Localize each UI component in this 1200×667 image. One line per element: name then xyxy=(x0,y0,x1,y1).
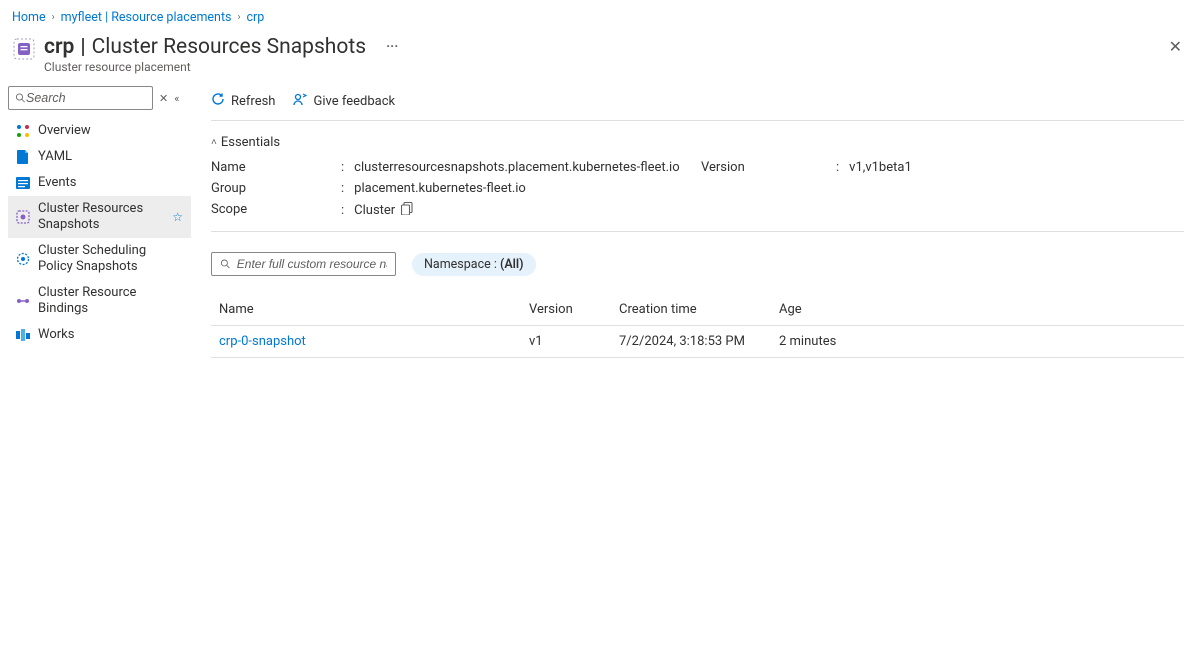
sidebar-item-label: Cluster Resources Snapshots xyxy=(38,201,164,233)
essentials-scope-label: Scope xyxy=(211,202,341,217)
col-creation[interactable]: Creation time xyxy=(611,294,771,326)
sidebar-item-label: YAML xyxy=(38,149,183,165)
refresh-label: Refresh xyxy=(231,94,275,109)
cell-version: v1 xyxy=(521,326,611,358)
essentials-section: ˄ Essentials Name Group Scope :clusterre… xyxy=(211,121,1184,232)
sidebar-item-cluster-resource-bindings[interactable]: Cluster Resource Bindings xyxy=(8,280,191,322)
sidebar-item-label: Cluster Resource Bindings xyxy=(38,285,183,317)
feedback-icon xyxy=(293,92,307,110)
more-icon[interactable]: ··· xyxy=(386,39,398,55)
essentials-group-label: Group xyxy=(211,181,341,196)
sidebar-item-cluster-scheduling-policy-snapshots[interactable]: Cluster Scheduling Policy Snapshots xyxy=(8,238,191,280)
search-input[interactable] xyxy=(26,91,146,105)
resource-icon xyxy=(12,37,36,61)
policy-icon xyxy=(16,252,30,266)
sidebar-item-works[interactable]: Works xyxy=(8,322,191,348)
essentials-group-value: placement.kubernetes-fleet.io xyxy=(354,181,526,196)
sidebar-search[interactable] xyxy=(8,86,153,110)
breadcrumb-home[interactable]: Home xyxy=(12,10,46,25)
collapse-icon[interactable]: « xyxy=(174,92,176,105)
filter-row: Namespace : (All) xyxy=(211,232,1184,294)
search-icon xyxy=(220,258,231,270)
pill-value: (All) xyxy=(500,257,524,272)
refresh-icon xyxy=(211,92,225,110)
resource-name-filter[interactable] xyxy=(211,252,396,276)
col-age[interactable]: Age xyxy=(771,294,1184,326)
essentials-label: Essentials xyxy=(221,135,280,150)
resource-link[interactable]: crp-0-snapshot xyxy=(219,334,306,349)
main-content: Refresh Give feedback ˄ Essentials Name … xyxy=(195,82,1200,667)
works-icon xyxy=(16,328,30,342)
bindings-icon xyxy=(16,294,30,308)
essentials-version-label: Version xyxy=(701,160,836,175)
sidebar-item-label: Cluster Scheduling Policy Snapshots xyxy=(38,243,183,275)
pill-label: Namespace : xyxy=(424,257,500,272)
breadcrumb-current[interactable]: crp xyxy=(247,10,265,25)
col-version[interactable]: Version xyxy=(521,294,611,326)
sidebar-item-label: Events xyxy=(38,175,183,191)
file-icon xyxy=(16,150,30,164)
sidebar-item-overview[interactable]: Overview xyxy=(8,118,191,144)
essentials-version-value: v1,v1beta1 xyxy=(849,160,912,175)
title-prefix: crp xyxy=(44,35,74,59)
copy-icon[interactable] xyxy=(401,202,413,219)
essentials-toggle[interactable]: ˄ Essentials xyxy=(211,135,1184,150)
pin-icon[interactable]: ✕ xyxy=(159,92,168,105)
feedback-label: Give feedback xyxy=(313,94,395,109)
col-name[interactable]: Name xyxy=(211,294,521,326)
breadcrumb: Home › myfleet | Resource placements › c… xyxy=(0,0,1200,33)
events-icon xyxy=(16,176,30,190)
search-icon xyxy=(15,92,26,104)
toolbar: Refresh Give feedback xyxy=(211,82,1184,121)
sidebar-item-label: Overview xyxy=(38,123,183,139)
essentials-scope-value: Cluster xyxy=(354,203,395,218)
cell-age: 2 minutes xyxy=(771,326,1184,358)
sidebar-item-events[interactable]: Events xyxy=(8,170,191,196)
chevron-up-icon: ˄ xyxy=(211,137,217,148)
chevron-right-icon: › xyxy=(238,12,241,23)
essentials-name-label: Name xyxy=(211,160,341,175)
feedback-button[interactable]: Give feedback xyxy=(293,92,395,110)
table-row[interactable]: crp-0-snapshot v1 7/2/2024, 3:18:53 PM 2… xyxy=(211,326,1184,358)
page-title: crp | Cluster Resources Snapshots ··· xyxy=(44,35,1188,59)
page-subtitle: Cluster resource placement xyxy=(44,60,1188,74)
title-separator: | xyxy=(80,35,85,59)
cell-creation: 7/2/2024, 3:18:53 PM xyxy=(611,326,771,358)
breadcrumb-parent[interactable]: myfleet | Resource placements xyxy=(61,10,232,25)
namespace-filter-pill[interactable]: Namespace : (All) xyxy=(412,253,536,276)
essentials-name-value: clusterresourcesnapshots.placement.kuber… xyxy=(354,160,679,175)
close-icon[interactable]: ✕ xyxy=(1169,37,1182,56)
sidebar-item-label: Works xyxy=(38,327,183,343)
chevron-right-icon: › xyxy=(52,12,55,23)
resource-name-input[interactable] xyxy=(237,257,387,271)
sidebar-item-yaml[interactable]: YAML xyxy=(8,144,191,170)
resources-table: Name Version Creation time Age crp-0-sna… xyxy=(211,294,1184,358)
page-header: crp | Cluster Resources Snapshots ··· Cl… xyxy=(0,33,1200,82)
sidebar: ✕ « Overview YAML Events Cluster Reso xyxy=(0,82,195,667)
overview-icon xyxy=(16,124,30,138)
sidebar-item-cluster-resources-snapshots[interactable]: Cluster Resources Snapshots ☆ xyxy=(8,196,191,238)
title-suffix: Cluster Resources Snapshots xyxy=(92,35,366,59)
refresh-button[interactable]: Refresh xyxy=(211,92,275,110)
snapshot-icon xyxy=(16,210,30,224)
star-icon[interactable]: ☆ xyxy=(172,209,183,225)
